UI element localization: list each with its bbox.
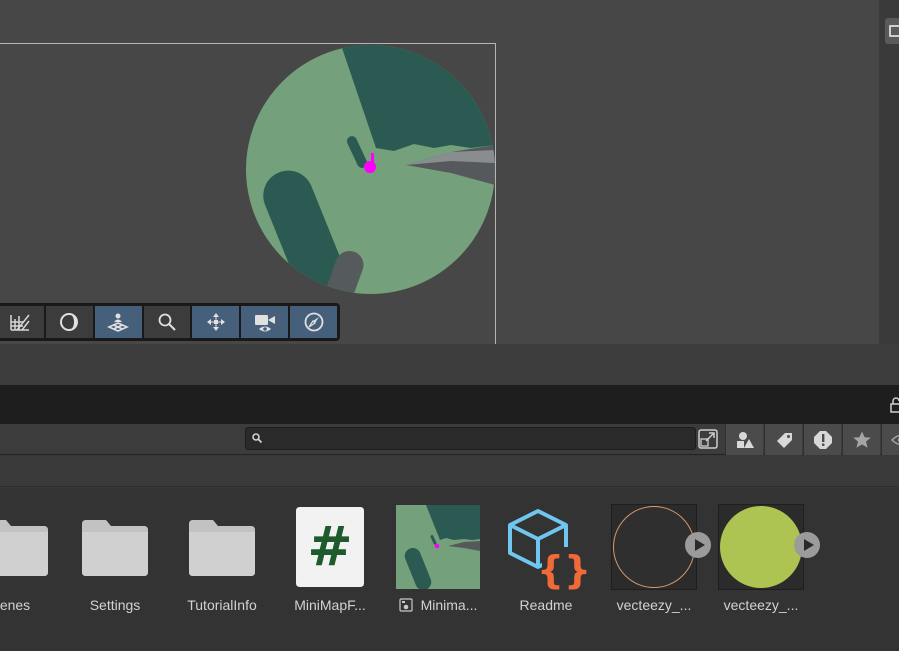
visibility-icon [890, 434, 899, 445]
asset-label: TutorialInfo [187, 597, 257, 613]
asset-readme[interactable]: {} Readme [491, 504, 601, 624]
gizmo-plane-button[interactable] [94, 306, 142, 338]
search-icon [158, 313, 176, 331]
scene-right-strip [879, 0, 899, 344]
scene-search-button[interactable] [143, 306, 191, 338]
asset-folder-tutorialinfo[interactable]: TutorialInfo [167, 504, 277, 624]
favorite-star-icon [852, 431, 871, 448]
label-tag-icon [776, 432, 792, 448]
expand-sprite-icon[interactable] [794, 532, 820, 558]
compass-icon [304, 312, 323, 332]
asset-sprite-dark[interactable]: vecteezy_... [599, 504, 711, 624]
asset-label: Settings [89, 597, 141, 613]
pivot-center-icon [206, 313, 225, 331]
project-tab-bar [0, 385, 899, 424]
gizmo-plane-icon [107, 313, 130, 332]
asset-label: MiniMapF... [294, 597, 366, 613]
folder-icon [189, 520, 255, 576]
scene-camera-button[interactable] [241, 306, 289, 338]
filter-warning-button[interactable] [803, 424, 841, 455]
asset-label: Readme [519, 597, 573, 613]
grid-snap-button[interactable] [0, 306, 44, 338]
create-asset-icon [736, 431, 754, 448]
lighting-icon [60, 313, 79, 331]
asset-label: vecteezy_... [616, 597, 692, 613]
breadcrumb-bar [0, 456, 899, 487]
lighting-button[interactable] [45, 306, 93, 338]
asset-label: vecteezy_... [723, 597, 799, 613]
render-texture-thumbnail [396, 505, 480, 589]
favorites-button[interactable] [842, 424, 880, 455]
filter-type-button[interactable] [725, 424, 763, 455]
minimap-preview [246, 45, 495, 294]
pivot-center-button[interactable] [192, 306, 240, 338]
asset-folder-settings[interactable]: Settings [60, 504, 170, 624]
asset-sprite-green[interactable]: vecteezy_... [706, 504, 820, 624]
search-mode-button[interactable] [697, 428, 719, 450]
svg-text:{}: {} [537, 548, 588, 591]
filter-label-button[interactable] [764, 424, 802, 455]
project-search-input[interactable] [245, 427, 696, 450]
csharp-script-icon: # [296, 507, 364, 587]
lock-icon[interactable] [890, 397, 899, 413]
compass-button[interactable] [290, 306, 338, 338]
visibility-button[interactable] [881, 424, 899, 455]
search-icon [252, 433, 263, 444]
svg-text:#: # [307, 515, 352, 578]
asset-csharp-script[interactable]: # MiniMapF... [275, 504, 385, 624]
sprite-thumbnail [611, 504, 697, 590]
player-marker [364, 161, 376, 173]
open-external-icon [698, 429, 718, 449]
folder-icon [82, 520, 148, 576]
scene-camera-icon [254, 315, 275, 332]
asset-render-texture[interactable]: Minima... [383, 504, 493, 624]
overlay-menu-icon[interactable] [885, 18, 899, 44]
scene-overlay-toolbar [0, 303, 340, 341]
grid-snap-icon [10, 314, 31, 331]
warning-icon [813, 430, 832, 449]
asset-label: Minima... [420, 597, 478, 613]
sprite-thumbnail [718, 504, 804, 590]
folder-icon [0, 520, 48, 576]
scriptable-object-icon: {} [508, 509, 588, 591]
panel-splitter[interactable] [0, 344, 899, 385]
